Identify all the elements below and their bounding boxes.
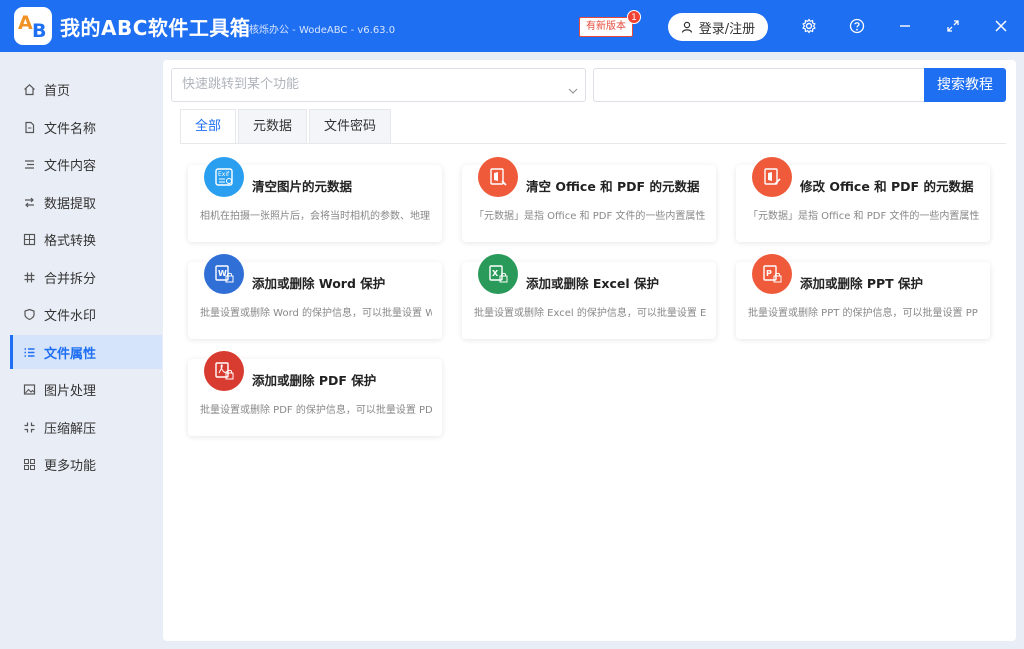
- minimize-icon[interactable]: [893, 14, 917, 38]
- card-pdf-protect[interactable]: 添加或删除 PDF 保护 批量设置或删除 PDF 的保护信息，可以批量设置 PD: [188, 351, 442, 436]
- sidebar-item-merge-split[interactable]: 合并拆分: [10, 260, 162, 294]
- sidebar-item-format-convert[interactable]: 格式转换: [10, 222, 162, 256]
- sidebar-item-home[interactable]: 首页: [10, 72, 162, 106]
- excel-lock-icon: X: [478, 254, 518, 294]
- card-desc: 批量设置或删除 Excel 的保护信息，可以批量设置 E: [474, 308, 706, 319]
- card-desc: 批量设置或删除 Word 的保护信息，可以批量设置 W: [200, 308, 432, 319]
- sidebar: 首页 文件名称 文件内容 数据提取 格式转换 合并拆分 文件水印 文件属性 图片…: [0, 52, 162, 649]
- settings-icon[interactable]: [797, 14, 821, 38]
- card-desc: 批量设置或删除 PPT 的保护信息，可以批量设置 PP: [748, 308, 978, 319]
- format-convert-icon: [22, 232, 36, 246]
- exif-icon: Exif: [204, 157, 244, 197]
- card-desc: 「元数据」是指 Office 和 PDF 文件的一些内置属性: [474, 211, 706, 222]
- more-icon: [22, 457, 36, 471]
- card-title: 清空图片的元数据: [252, 179, 353, 194]
- update-badge: 1: [627, 10, 641, 24]
- card-clear-office-metadata[interactable]: 清空 Office 和 PDF 的元数据 「元数据」是指 Office 和 PD…: [462, 157, 716, 242]
- card-desc: 「元数据」是指 Office 和 PDF 文件的一些内置属性: [748, 211, 980, 222]
- tab-divider: [180, 143, 1006, 144]
- sidebar-item-image[interactable]: 图片处理: [10, 372, 162, 406]
- sidebar-item-file-content[interactable]: 文件内容: [10, 147, 162, 181]
- card-title: 添加或删除 Excel 保护: [526, 276, 659, 291]
- login-label: 登录/注册: [698, 21, 756, 37]
- file-attr-icon: [22, 345, 36, 359]
- word-lock-icon: W: [204, 254, 244, 294]
- sidebar-item-watermark[interactable]: 文件水印: [10, 297, 162, 331]
- card-excel-protect[interactable]: X 添加或删除 Excel 保护 批量设置或删除 Excel 的保护信息，可以批…: [462, 254, 716, 339]
- compress-icon: [22, 420, 36, 434]
- svg-text:P: P: [766, 269, 772, 278]
- user-icon: [681, 21, 692, 33]
- search-button[interactable]: 搜索教程: [924, 68, 1006, 102]
- card-title: 添加或删除 PDF 保护: [252, 373, 377, 388]
- maximize-icon[interactable]: [941, 14, 965, 38]
- office-clear-icon: [478, 157, 518, 197]
- office-edit-icon: [752, 157, 792, 197]
- card-title: 修改 Office 和 PDF 的元数据: [800, 179, 974, 194]
- sidebar-item-compress[interactable]: 压缩解压: [10, 410, 162, 444]
- card-word-protect[interactable]: W 添加或删除 Word 保护 批量设置或删除 Word 的保护信息，可以批量设…: [188, 254, 442, 339]
- card-clear-image-metadata[interactable]: Exif 清空图片的元数据 相机在拍摄一张照片后，会将当时相机的参数、地理: [188, 157, 442, 242]
- close-icon[interactable]: [989, 14, 1013, 38]
- home-icon: [22, 82, 36, 96]
- card-desc: 批量设置或删除 PDF 的保护信息，可以批量设置 PD: [200, 405, 432, 416]
- title-bar: AB 我的ABC软件工具箱 核烁办公 - WodeABC - v6.63.0 有…: [0, 0, 1024, 52]
- quick-jump-placeholder: 快速跳转到某个功能: [182, 77, 300, 92]
- card-edit-office-metadata[interactable]: 修改 Office 和 PDF 的元数据 「元数据」是指 Office 和 PD…: [736, 157, 990, 242]
- main-panel: 快速跳转到某个功能 搜索教程 全部 元数据 文件密码 Exif 清空图片的元数据…: [163, 60, 1016, 641]
- tab-all[interactable]: 全部: [180, 109, 237, 143]
- app-subtitle: 核烁办公 - WodeABC - v6.63.0: [249, 25, 396, 36]
- pdf-lock-icon: [204, 351, 244, 391]
- svg-text:X: X: [492, 269, 499, 278]
- sidebar-item-file-attr[interactable]: 文件属性: [10, 335, 162, 369]
- card-title: 添加或删除 PPT 保护: [800, 276, 924, 291]
- sidebar-item-data-extract[interactable]: 数据提取: [10, 185, 162, 219]
- tab-metadata[interactable]: 元数据: [238, 109, 308, 143]
- app-title: 我的ABC软件工具箱: [60, 16, 251, 40]
- watermark-icon: [22, 307, 36, 321]
- app-logo: AB: [14, 7, 52, 45]
- chevron-down-icon: [567, 78, 579, 110]
- login-button[interactable]: 登录/注册: [668, 13, 768, 41]
- file-content-icon: [22, 157, 36, 171]
- new-version-button[interactable]: 有新版本: [579, 17, 633, 37]
- merge-split-icon: [22, 270, 36, 284]
- tab-bar: 全部 元数据 文件密码: [180, 109, 393, 143]
- card-ppt-protect[interactable]: P 添加或删除 PPT 保护 批量设置或删除 PPT 的保护信息，可以批量设置 …: [736, 254, 990, 339]
- file-name-icon: [22, 120, 36, 134]
- search-input[interactable]: [593, 68, 925, 102]
- data-extract-icon: [22, 195, 36, 209]
- card-desc: 相机在拍摄一张照片后，会将当时相机的参数、地理: [200, 211, 430, 222]
- tab-file-password[interactable]: 文件密码: [309, 109, 392, 143]
- sidebar-item-file-name[interactable]: 文件名称: [10, 110, 162, 144]
- sidebar-item-more[interactable]: 更多功能: [10, 447, 162, 481]
- svg-text:Exif: Exif: [218, 171, 230, 178]
- help-icon[interactable]: [845, 14, 869, 38]
- card-title: 清空 Office 和 PDF 的元数据: [526, 179, 700, 194]
- card-title: 添加或删除 Word 保护: [252, 276, 386, 291]
- ppt-lock-icon: P: [752, 254, 792, 294]
- quick-jump-select[interactable]: 快速跳转到某个功能: [171, 68, 586, 102]
- image-icon: [22, 382, 36, 396]
